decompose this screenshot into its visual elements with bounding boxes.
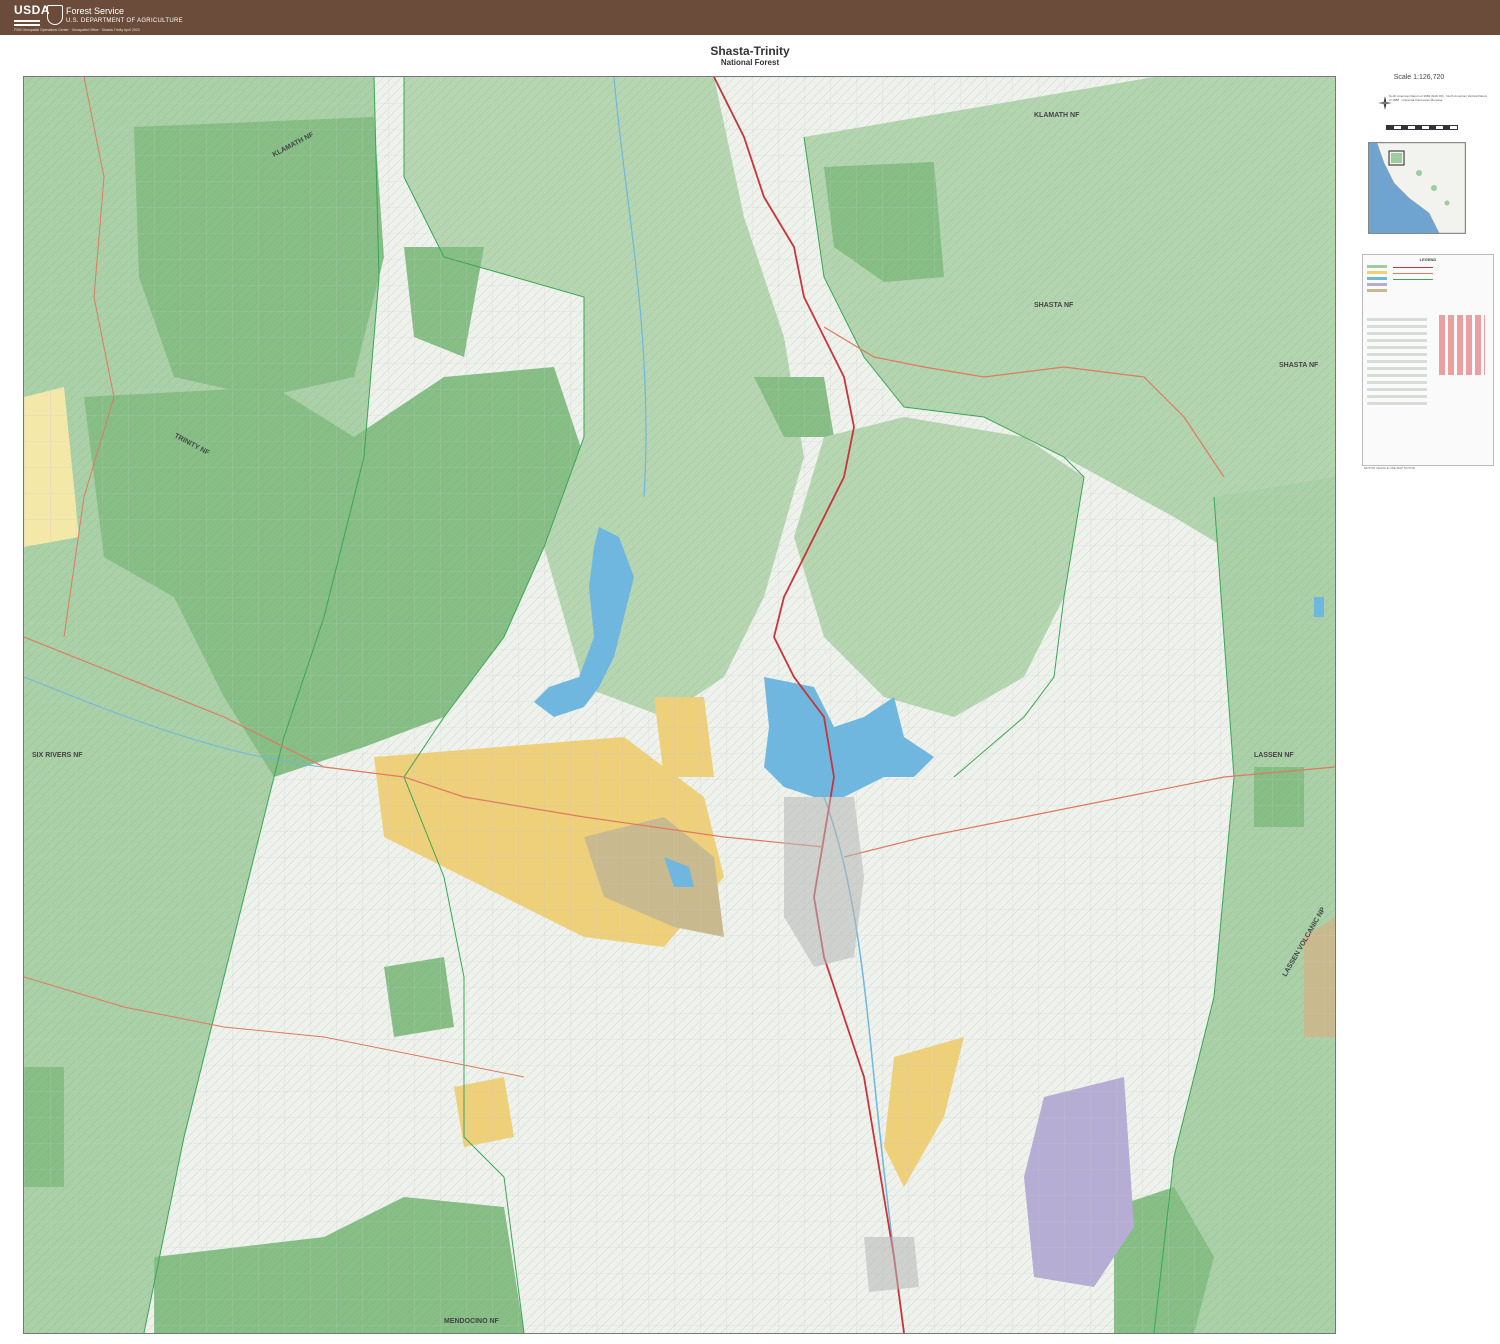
- locator-map: [1368, 142, 1466, 234]
- map-title: Shasta-Trinity: [710, 44, 790, 58]
- map-subtitle: National Forest: [720, 58, 780, 67]
- label-shasta-nf-2: SHASTA NF: [1279, 362, 1319, 369]
- map-credit: FSM Geospatial Operations Center · Geosp…: [14, 28, 140, 32]
- legend-swatch-blm: [1367, 271, 1387, 274]
- usda-logo-text: USDA: [14, 3, 51, 17]
- section-grid: [24, 77, 1335, 1333]
- map-sidebar: Scale 1:126,720 North American Datum of …: [1344, 70, 1494, 530]
- usda-logo: USDA: [14, 4, 50, 26]
- legend-swatch-other-federal: [1367, 283, 1387, 286]
- locator-map-canvas: [1376, 143, 1465, 233]
- projection-note: North American Datum of 1983 (NAD 83) · …: [1389, 94, 1488, 102]
- map-canvas[interactable]: KLAMATH NF KLAMATH NF TRINITY NF SHASTA …: [24, 77, 1335, 1333]
- forest-map[interactable]: KLAMATH NF KLAMATH NF TRINITY NF SHASTA …: [23, 76, 1336, 1334]
- legend-line-interstate: [1393, 267, 1433, 268]
- label-lassen-nf: LASSEN NF: [1254, 752, 1294, 759]
- legend-line-highway: [1393, 273, 1433, 274]
- usda-logo-icon: [14, 18, 40, 26]
- label-mendocino-nf: MENDOCINO NF: [444, 1318, 500, 1325]
- legend-swatch-water: [1367, 277, 1387, 280]
- agency-title: Forest Service: [66, 6, 125, 16]
- label-klamath-nf-east: KLAMATH NF: [1034, 112, 1080, 119]
- legend-swatch-wilderness: [1367, 289, 1387, 292]
- forest-service-shield-icon: [47, 5, 63, 25]
- department-name: U.S. DEPARTMENT OF AGRICULTURE: [66, 18, 183, 24]
- label-six-rivers-nf: SIX RIVERS NF: [32, 752, 83, 759]
- map-legend: LEGEND: [1362, 254, 1494, 466]
- small-lake: [1314, 597, 1324, 617]
- legend-heading: LEGEND: [1419, 257, 1437, 262]
- legend-recreation-symbols: [1439, 315, 1485, 375]
- legend-line-boundary: [1393, 279, 1433, 280]
- scale-bar: [1386, 125, 1458, 130]
- legend-entries: [1367, 315, 1427, 405]
- legend-swatch-forest: [1367, 265, 1387, 268]
- usda-header-bar: USDA Forest Service U.S. DEPARTMENT OF A…: [0, 0, 1500, 35]
- mvum-notice-heading: MOTOR VEHICLE USE MAP NOTICE: [1364, 466, 1416, 470]
- label-shasta-nf-1: SHASTA NF: [1034, 302, 1074, 309]
- urban-red-bluff: [864, 1237, 919, 1292]
- agency-name: Forest Service U.S. DEPARTMENT OF AGRICU…: [66, 6, 183, 26]
- mvum-notice: MOTOR VEHICLE USE MAP NOTICE: [1364, 466, 1490, 470]
- map-scale-text: Scale 1:126,720: [1393, 74, 1445, 81]
